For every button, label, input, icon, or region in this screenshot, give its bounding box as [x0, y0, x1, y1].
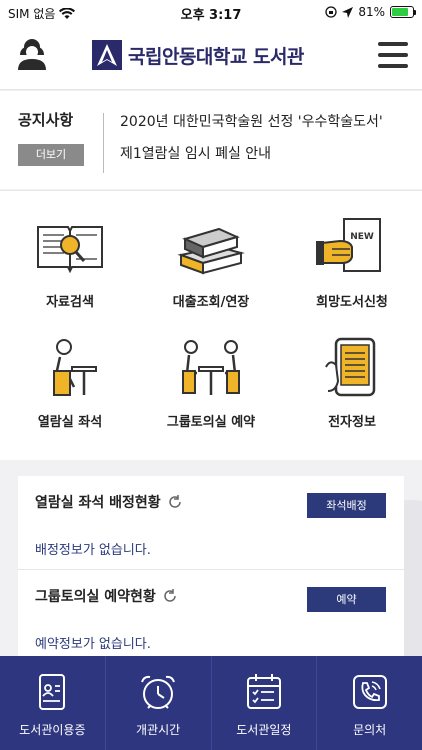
book-search-icon: [37, 226, 103, 274]
menu-bar: [378, 64, 408, 68]
menu-label: 희망도서신청: [316, 295, 388, 310]
rotation-lock-icon: [325, 6, 337, 18]
tab-contact[interactable]: 문의처: [317, 656, 422, 750]
refresh-icon[interactable]: [162, 588, 178, 604]
app-header: 국립안동대학교 도서관: [0, 24, 422, 90]
location-arrow-icon: [342, 6, 354, 18]
library-logo[interactable]: 국립안동대학교 도서관: [92, 40, 304, 70]
room-reserve-button[interactable]: 예약: [307, 587, 386, 612]
logo-text: 국립안동대학교 도서관: [128, 45, 304, 68]
menu-label: 대출조회/연장: [172, 295, 250, 310]
battery-fill: [392, 8, 409, 16]
battery-icon: [390, 6, 416, 18]
user-icon: [18, 39, 46, 70]
notice-divider: [103, 113, 104, 173]
reservation-status-panel: 열람실 좌석 배정현황 좌석배정 배정정보가 없습니다. 그룹토의실 예약현황 …: [18, 476, 404, 664]
notice-more-button[interactable]: 더보기: [18, 144, 84, 166]
seat-status-row: 열람실 좌석 배정현황 좌석배정 배정정보가 없습니다.: [18, 476, 404, 570]
tab-opening-hours[interactable]: 개관시간: [106, 656, 212, 750]
menu-grid: 자료검색 대출조회/연장 NEW 희망도서신청 열람실 좌석 그룹토의실 예약 …: [0, 190, 422, 460]
alarm-clock-icon: [141, 675, 176, 709]
university-emblem-icon: [92, 40, 122, 70]
notice-section: 공지사항 더보기 2020년 대한민국학술원 선정 '우수학술도서' 제1열람실…: [0, 91, 422, 189]
notice-title: 공지사항: [18, 111, 74, 129]
seat-assign-button[interactable]: 좌석배정: [307, 493, 386, 518]
bottom-navigation: 도서관이용증 개관시간 도서관일정 문의처: [0, 656, 422, 750]
svg-text:NEW: NEW: [350, 232, 374, 242]
seat-status-message: 배정정보가 없습니다.: [35, 543, 151, 558]
menu-bar: [378, 42, 408, 46]
room-status-message: 예약정보가 없습니다.: [35, 637, 151, 652]
notice-item[interactable]: 제1열람실 임시 폐실 안내: [120, 143, 410, 163]
status-bar: SIM 없음 오후 3:17 81%: [0, 0, 422, 24]
notice-item[interactable]: 2020년 대한민국학술원 선정 '우수학술도서': [120, 111, 410, 131]
refresh-icon[interactable]: [167, 494, 183, 510]
battery-percent: 81%: [358, 5, 385, 19]
phone-icon: [352, 675, 387, 709]
calendar-icon: [246, 674, 281, 709]
tab-label: 도서관이용증: [19, 723, 86, 737]
menu-item-eresource[interactable]: 전자정보: [282, 337, 422, 430]
menu-bar: [378, 53, 408, 57]
menu-label: 열람실 좌석: [37, 415, 103, 430]
new-book-hand-icon: NEW: [316, 218, 381, 272]
tab-label: 문의처: [353, 723, 387, 737]
menu-item-search[interactable]: 자료검색: [0, 217, 140, 310]
menu-item-group-room[interactable]: 그룹토의실 예약: [141, 337, 281, 430]
room-status-title: 그룹토의실 예약현황: [35, 589, 156, 605]
menu-label: 자료검색: [46, 295, 94, 310]
books-stack-icon: [177, 227, 245, 275]
ebook-phone-icon: [325, 337, 376, 397]
user-profile-button[interactable]: [14, 36, 50, 72]
menu-label: 전자정보: [328, 415, 376, 430]
menu-item-seat[interactable]: 열람실 좌석: [0, 337, 140, 430]
library-card-icon: [39, 674, 66, 710]
group-room-icon: [182, 340, 240, 395]
room-status-row: 그룹토의실 예약현황 예약 예약정보가 없습니다.: [18, 570, 404, 664]
tab-label: 도서관일정: [236, 723, 292, 737]
tab-library-card[interactable]: 도서관이용증: [0, 656, 106, 750]
notice-list: 2020년 대한민국학술원 선정 '우수학술도서' 제1열람실 임시 폐실 안내: [120, 111, 410, 175]
hamburger-menu-button[interactable]: [378, 42, 408, 68]
reading-seat-icon: [53, 339, 97, 396]
menu-item-request[interactable]: NEW 희망도서신청: [282, 217, 422, 310]
menu-label: 그룹토의실 예약: [166, 415, 256, 430]
tab-label: 개관시간: [136, 723, 181, 737]
seat-status-title: 열람실 좌석 배정현황: [35, 495, 161, 511]
menu-item-loan[interactable]: 대출조회/연장: [141, 217, 281, 310]
tab-library-schedule[interactable]: 도서관일정: [212, 656, 318, 750]
